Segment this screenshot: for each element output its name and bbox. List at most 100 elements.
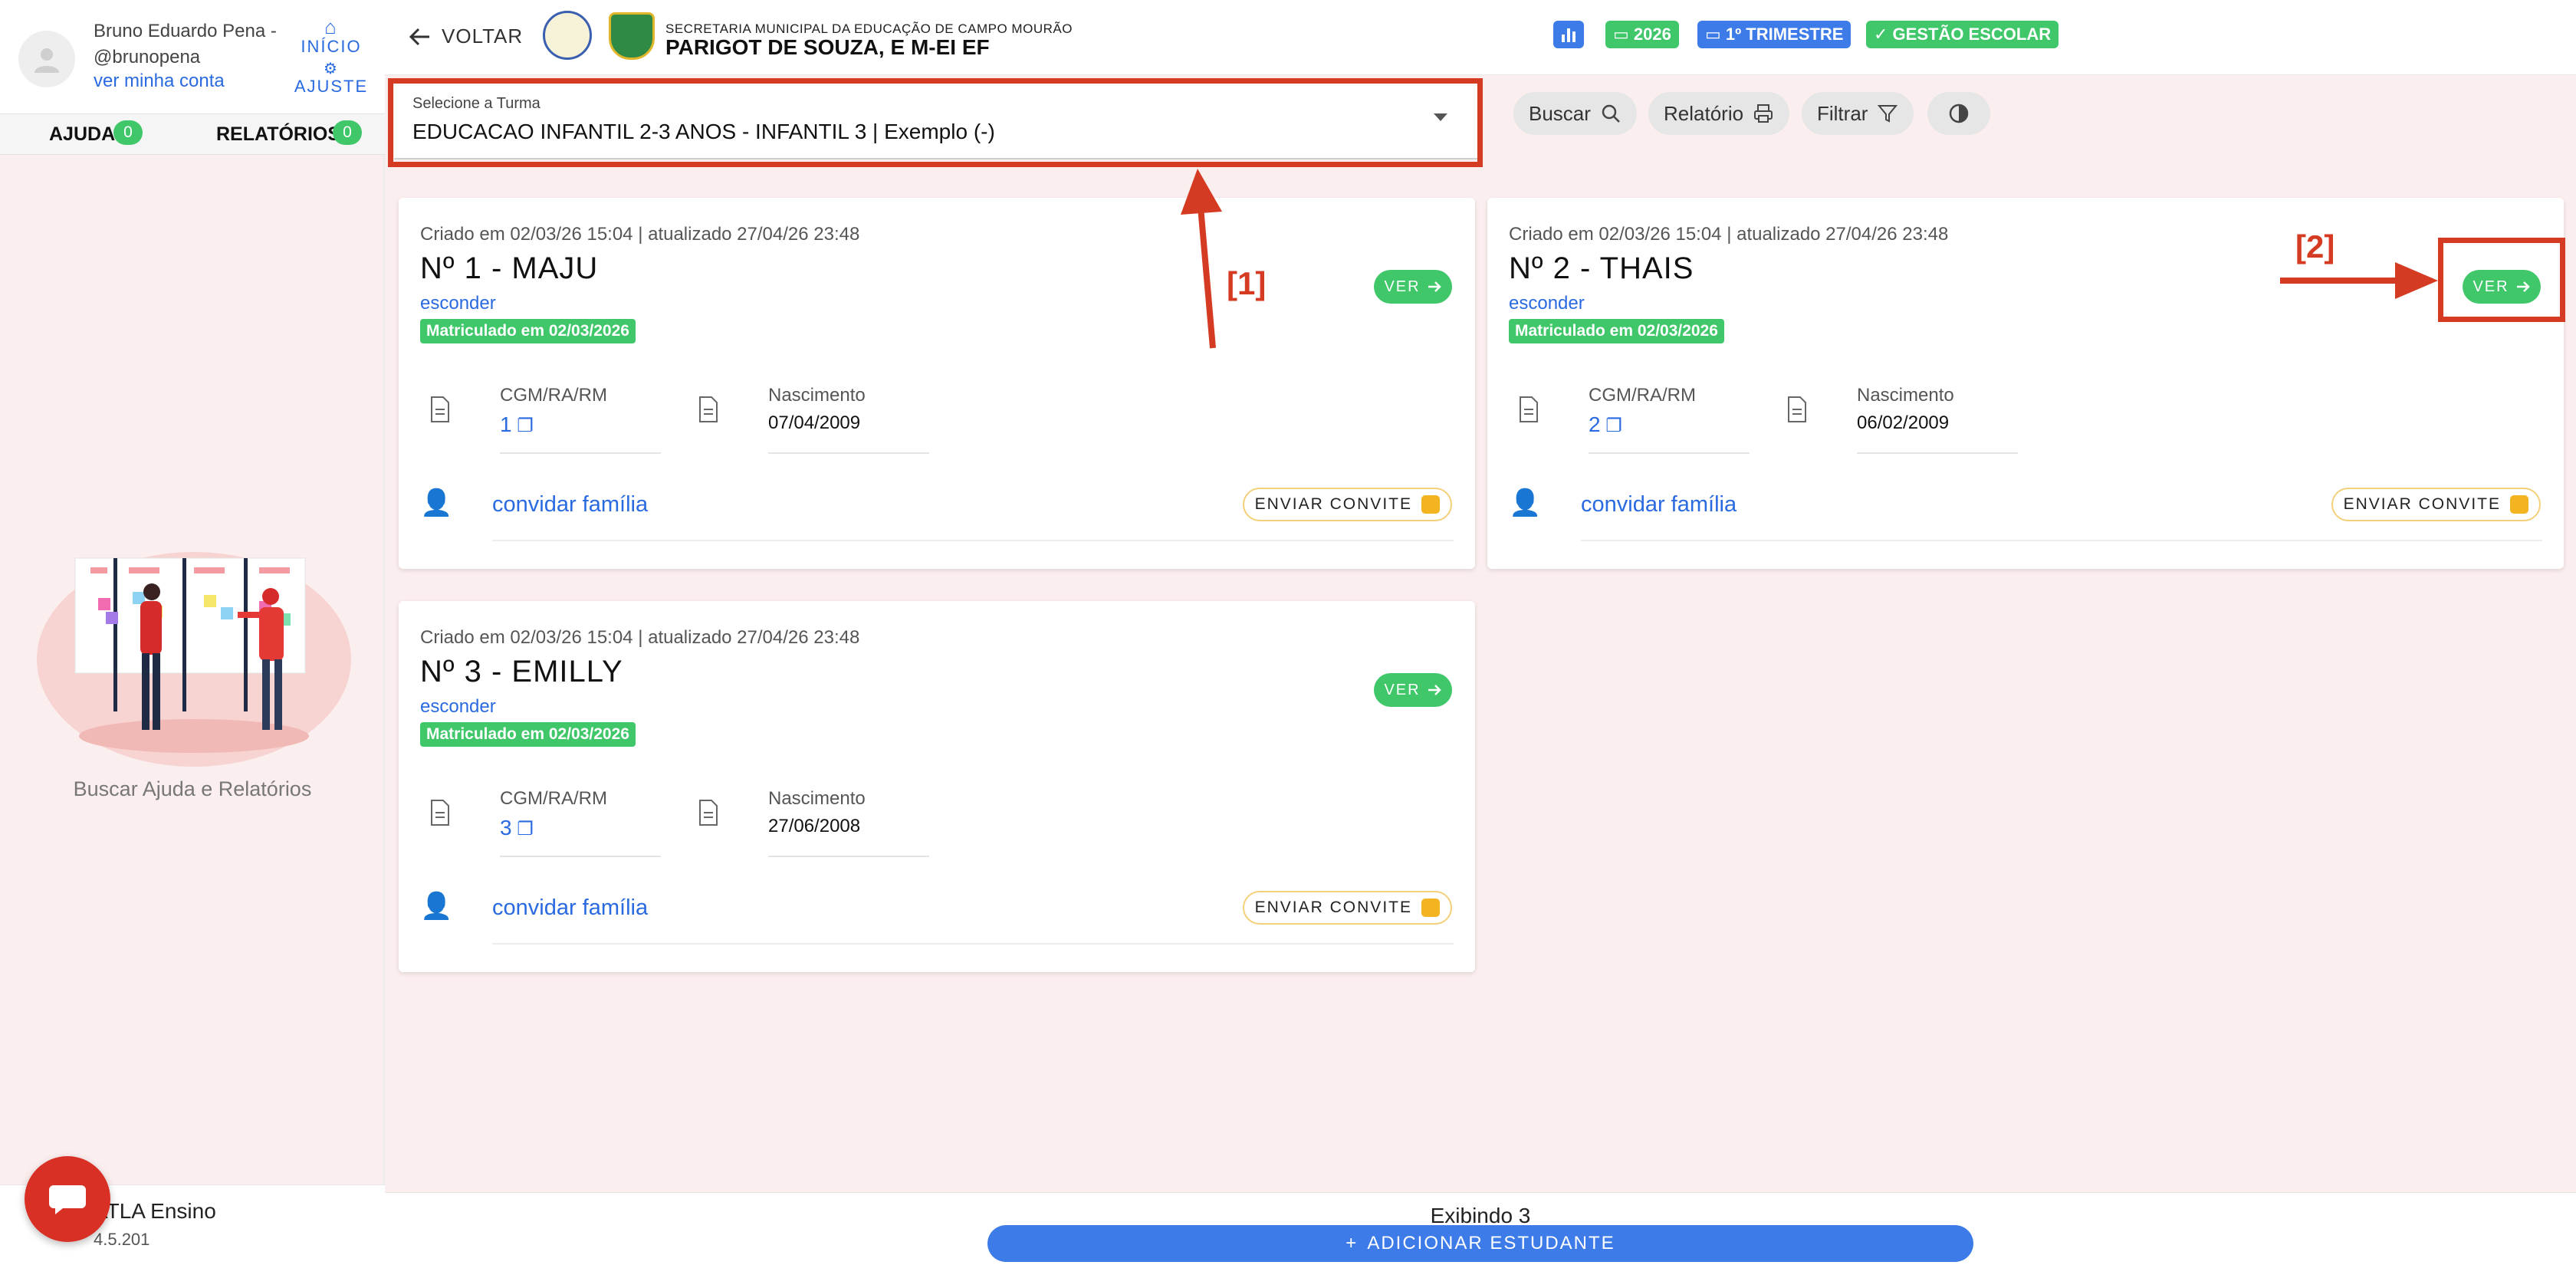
enrollment-badge: Matriculado em 02/03/2026 [420,319,636,343]
annotation-box-select [388,78,1483,167]
sidebar-tabs: AJUDA 0 RELATÓRIOS 0 [0,113,385,155]
term-chip[interactable]: ▭ 1º TRIMESTRE [1697,21,1852,48]
send-invite-label: ENVIAR CONVITE [1254,495,1412,513]
birth-value: 07/04/2009 [768,412,861,433]
send-invite-button[interactable]: ENVIAR CONVITE [1242,488,1452,521]
plus-icon: + [1346,1233,1359,1254]
document-icon [699,396,718,422]
document-icon [431,800,449,826]
id-value[interactable]: 2 ❐ [1589,412,1622,437]
send-invite-label: ENVIAR CONVITE [1254,899,1412,916]
copy-icon[interactable]: ❐ [517,819,534,840]
id-value[interactable]: 3 ❐ [500,816,534,840]
arrow-left-icon [409,28,429,45]
annotation-label-1: [1] [1227,265,1267,301]
check-circle-icon: ✓ [1874,25,1893,44]
hide-link[interactable]: esconder [1509,293,1585,314]
send-invite-label: ENVIAR CONVITE [2343,495,2501,513]
document-icon [1520,396,1538,422]
id-label: CGM/RA/RM [500,385,607,406]
back-button[interactable]: VOLTAR [408,25,523,48]
help-count-badge: 0 [113,120,143,145]
profile-panel: Bruno Eduardo Pena - @brunopena ver minh… [0,0,385,113]
tab-reports-label: RELATÓRIOS [216,123,341,145]
arrow-right-icon [1428,685,1441,695]
chat-button[interactable] [25,1156,110,1242]
dashboard-chip[interactable] [1553,21,1584,48]
reports-count-badge: 0 [333,120,362,145]
divider [492,540,1454,541]
nav-home-label: INÍCIO [301,37,362,56]
arrow-right-icon [1428,281,1441,292]
id-number: 2 [1589,412,1601,436]
main-footer: Exibindo 3 + ADICIONAR ESTUDANTE [385,1192,2576,1265]
send-invite-button[interactable]: ENVIAR CONVITE [2331,488,2541,521]
birth-value: 27/06/2008 [768,816,861,836]
filter-button[interactable]: Filtrar [1802,92,1914,135]
module-chip[interactable]: ✓ GESTÃO ESCOLAR [1866,21,2059,48]
birth-label: Nascimento [768,385,866,406]
view-button[interactable]: VER [1374,270,1452,304]
search-button[interactable]: Buscar [1513,92,1637,135]
org-title: PARIGOT DE SOUZA, E M-EI EF [665,35,990,59]
search-icon [1602,104,1620,123]
add-person-icon: 👤 [420,892,453,921]
city-coat-of-arms-logo [609,12,655,60]
gift-icon [2510,495,2528,514]
invite-family-link[interactable]: convidar família [1581,492,1737,518]
view-button[interactable]: VER [1374,673,1452,707]
divider [500,452,661,454]
calendar-icon: ▭ [1705,25,1726,44]
record-timestamp: Criado em 02/03/26 15:04 | atualizado 27… [420,627,860,648]
account-link[interactable]: ver minha conta [94,71,225,92]
divider [768,856,929,857]
term-chip-label: 1º TRIMESTRE [1725,25,1844,44]
nav-settings-button[interactable]: ⚙ AJUSTE [293,61,370,97]
copy-icon[interactable]: ❐ [517,416,534,436]
hide-link[interactable]: esconder [420,293,496,314]
top-header: VOLTAR SECRETARIA MUNICIPAL DA EDUCAÇÃO … [385,0,2576,75]
back-label: VOLTAR [442,25,524,48]
add-student-button[interactable]: + ADICIONAR ESTUDANTE [987,1225,1973,1262]
bar-chart-icon [1562,28,1576,42]
sidebar: Bruno Eduardo Pena - @brunopena ver minh… [0,0,385,1265]
tab-help[interactable]: AJUDA 0 [49,120,143,146]
divider [492,943,1454,945]
record-timestamp: Criado em 02/03/26 15:04 | atualizado 27… [420,224,860,245]
document-icon [1788,396,1806,422]
printer-icon [1754,104,1773,123]
document-icon [699,800,718,826]
divider [768,452,929,454]
id-value[interactable]: 1 ❐ [500,412,534,437]
user-icon [34,48,59,73]
search-button-label: Buscar [1529,101,1591,125]
year-chip-label: 2026 [1633,25,1671,44]
hide-link[interactable]: esconder [420,696,496,718]
invite-family-link[interactable]: convidar família [492,492,648,518]
divider [1857,452,2018,454]
tab-help-label: AJUDA [49,123,116,145]
gift-icon [1421,899,1440,917]
contrast-toggle[interactable] [1927,92,1990,135]
id-number: 1 [500,412,512,436]
send-invite-button[interactable]: ENVIAR CONVITE [1242,891,1452,925]
invite-family-link[interactable]: convidar família [492,895,648,921]
school-seal-logo [543,11,592,60]
nav-home-button[interactable]: ⌂ INÍCIO [293,17,370,57]
tab-reports[interactable]: RELATÓRIOS 0 [216,120,362,146]
help-prompt: Buscar Ajuda e Relatórios [73,777,312,800]
app-version: 4.5.201 [94,1230,150,1249]
report-button[interactable]: Relatório [1648,92,1790,135]
home-icon: ⌂ [324,15,338,38]
contrast-icon [1949,104,1969,123]
view-button-label: VER [1384,278,1421,295]
copy-icon[interactable]: ❐ [1605,416,1622,436]
avatar[interactable] [18,31,75,87]
chat-bubble-icon [49,1185,86,1214]
birth-label: Nascimento [1857,385,1954,406]
birth-value: 06/02/2009 [1857,412,1950,433]
filter-button-label: Filtrar [1817,101,1868,125]
help-illustration [37,552,351,767]
record-timestamp: Criado em 02/03/26 15:04 | atualizado 27… [1509,224,1949,245]
year-chip[interactable]: ▭ 2026 [1605,21,1679,48]
